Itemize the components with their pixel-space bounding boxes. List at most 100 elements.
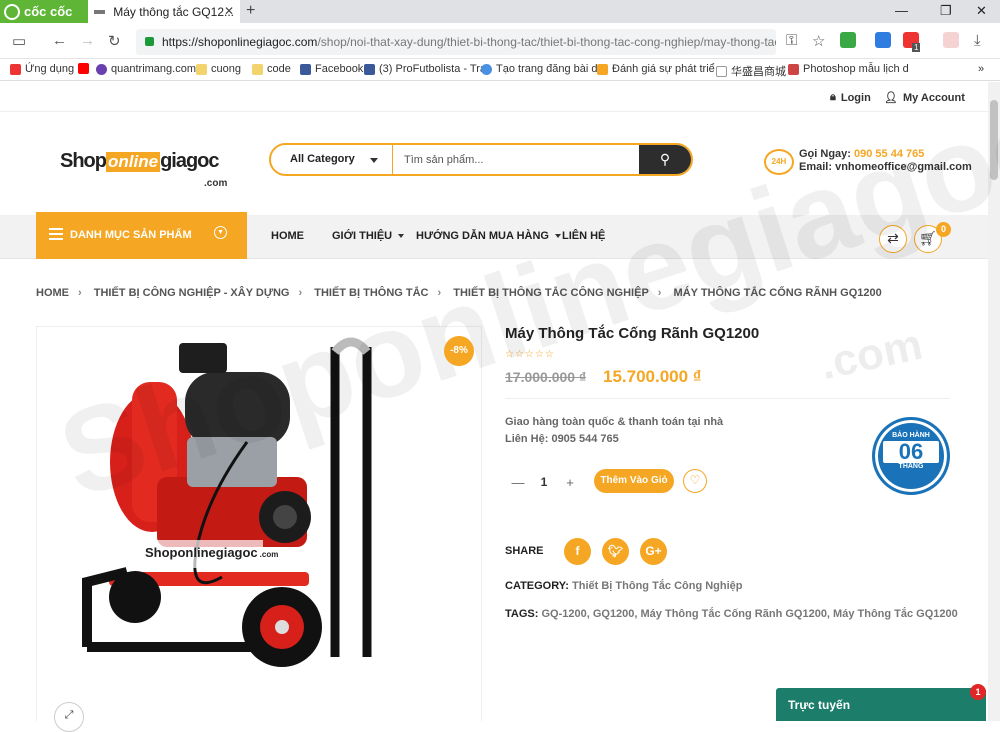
logo-part1: Shop (60, 150, 107, 172)
bookmark-huashengchang[interactable]: 华盛昌商城 (716, 63, 786, 79)
address-bar[interactable]: https://shoponlinegiagoc.com/shop/noi-th… (136, 29, 776, 55)
coccoc-brand[interactable]: cốc cốc (0, 0, 88, 23)
user-icon: 👤︎ (884, 92, 898, 104)
bookmark-label: Ứng dụng (25, 63, 75, 75)
googleplus-share-button[interactable]: G+ (640, 538, 667, 565)
hotline-email[interactable]: vnhomeoffice@gmail.com (835, 161, 972, 173)
coccoc-ext-icon[interactable] (943, 32, 959, 48)
key-icon[interactable]: ⚿ (786, 32, 797, 49)
tab-close-icon[interactable]: ✕ (224, 4, 234, 18)
hotline-info: Gọi Ngay: 090 55 44 765 Email: vnhomeoff… (799, 148, 972, 174)
minimize-icon[interactable]: — (895, 3, 908, 18)
category-link[interactable]: Thiết Bị Thông Tắc Công Nghiệp (572, 580, 742, 592)
category-label: CATEGORY: (505, 580, 569, 592)
wishlist-button[interactable]: ♡ (683, 469, 707, 493)
cart-count-badge: 0 (936, 222, 951, 237)
add-to-cart-button[interactable]: Thêm Vào Giỏ (594, 469, 674, 493)
tab-title: Máy thông tắc GQ12... (113, 4, 234, 19)
hotline-phone[interactable]: 090 55 44 765 (854, 148, 924, 160)
logo-part2: online (106, 152, 161, 172)
forward-icon[interactable]: → (80, 32, 95, 49)
bookmark-quantrimang[interactable]: quantrimang.com (96, 63, 196, 75)
quantity-minus-button[interactable]: — (505, 475, 531, 490)
hotline-24h-icon: 24H (764, 149, 794, 175)
bookmark-tao-trang[interactable]: Tạo trang đăng bài de (481, 63, 604, 75)
tags-links[interactable]: GQ-1200, GQ1200, Máy Thông Tắc Cống Rãnh… (541, 608, 957, 620)
nav-gioi-thieu[interactable]: GIỚI THIỆU (332, 230, 405, 242)
bookmark-label: Facebook (315, 63, 364, 75)
download-ext2-icon[interactable] (875, 32, 891, 48)
seal-number: 06 (883, 441, 939, 463)
reload-icon[interactable]: ↻ (108, 32, 121, 50)
image-logo-suffix: .com (259, 550, 279, 559)
bookmark-youtube[interactable] (78, 63, 89, 74)
rating-stars[interactable]: ☆☆☆☆☆ (505, 349, 555, 360)
zoom-button[interactable]: ⤢ (54, 702, 84, 732)
new-tab-icon[interactable]: + (246, 2, 255, 20)
bookmark-label: quantrimang.com (111, 63, 196, 75)
nav-huong-dan[interactable]: HƯỚNG DẪN MUA HÀNG (416, 230, 561, 242)
search-button[interactable]: ⚲ (639, 145, 691, 174)
logo-part3: giagoc (160, 150, 219, 172)
product-image (82, 337, 372, 667)
breadcrumb-home[interactable]: HOME (36, 287, 69, 299)
caret-down-icon (370, 158, 378, 163)
bookmark-code[interactable]: code (252, 63, 291, 75)
breadcrumb: HOME › THIẾT BỊ CÔNG NGHIỆP - XÂY DỰNG › T… (36, 287, 891, 299)
maximize-icon[interactable]: ❐ (940, 3, 952, 19)
menu-bars-icon (49, 228, 63, 240)
bookmark-cuong[interactable]: cuong (196, 63, 241, 75)
category-menu-button[interactable]: DANH MỤC SẢN PHẨM ▼ (36, 212, 247, 259)
download-ext-icon[interactable] (840, 32, 856, 48)
category-select[interactable]: All Category (271, 145, 393, 174)
breadcrumb-separator-icon: › (298, 287, 303, 299)
sidebar-toggle-icon[interactable]: ▭ (12, 32, 26, 50)
breadcrumb-current: MÁY THÔNG TẮC CỐNG RÃNH GQ1200 (673, 287, 882, 299)
heart-icon: ♡ (689, 473, 701, 487)
close-window-icon[interactable]: ✕ (976, 3, 987, 19)
browser-tab[interactable]: Máy thông tắc GQ12... ✕ (88, 0, 240, 23)
bookmark-label: Tạo trang đăng bài de (496, 63, 604, 75)
download-icon[interactable]: ⤓ (974, 32, 981, 49)
search-form: All Category ⚲ (269, 143, 693, 176)
nav-home[interactable]: HOME (271, 230, 304, 242)
bookmarks-overflow-icon[interactable]: » (978, 63, 984, 75)
bookmark-photoshop[interactable]: Photoshop mẫu lịch d (788, 63, 909, 75)
breadcrumb-cong-nghiep[interactable]: THIẾT BỊ CÔNG NGHIỆP - XÂY DỰNG (94, 287, 290, 299)
bookmark-danh-gia[interactable]: Đánh giá sự phát triể (597, 63, 715, 75)
bookmark-apps[interactable]: Ứng dụng (10, 63, 74, 75)
nav-lien-he[interactable]: LIÊN HỆ (562, 230, 605, 242)
breadcrumb-thong-tac-cong-nghiep[interactable]: THIẾT BỊ THÔNG TẮC CÔNG NGHIỆP (453, 287, 649, 299)
quantity-plus-button[interactable]: + (557, 475, 583, 490)
site-logo[interactable]: Shop online giagoc .com (60, 150, 230, 194)
breadcrumb-separator-icon: › (657, 287, 662, 299)
search-input[interactable] (393, 145, 639, 174)
back-icon[interactable]: ← (52, 32, 67, 49)
bookmark-star-icon[interactable]: ☆ (812, 32, 825, 50)
watermark-suffix: .com (815, 319, 927, 390)
my-account-link[interactable]: 👤︎ My Account (884, 91, 965, 105)
googleplus-icon: G+ (645, 544, 662, 558)
tab-favicon-icon (94, 9, 106, 14)
breadcrumb-thong-tac[interactable]: THIẾT BỊ THÔNG TẮC (314, 287, 428, 299)
coccoc-logo-icon (4, 3, 20, 20)
product-gallery[interactable]: Shoponlinegiagoc .com (36, 326, 482, 721)
login-link[interactable]: 🔒︎ Login (830, 91, 871, 104)
sale-badge: -8% (444, 336, 474, 366)
bookmark-label: cuong (211, 63, 241, 75)
bookmark-profutbolista[interactable]: (3) ProFutbolista - Tra (364, 63, 486, 75)
bookmark-facebook[interactable]: Facebook (300, 63, 363, 75)
live-chat-button[interactable]: Trực tuyến (776, 688, 986, 721)
quantity-input[interactable]: 1 (531, 475, 557, 489)
scrollbar-thumb[interactable] (990, 100, 998, 180)
nav-label: LIÊN HỆ (562, 230, 606, 242)
twitter-share-button[interactable]: 🐦︎ (602, 538, 629, 565)
browser-tabbar: cốc cốc Máy thông tắc GQ12... ✕ + — ❐ ✕ (0, 0, 1000, 23)
chat-label: Trực tuyến (788, 698, 851, 712)
breadcrumb-separator-icon: › (78, 287, 82, 299)
compare-button[interactable]: ⇄ (879, 225, 907, 253)
facebook-share-button[interactable]: f (564, 538, 591, 565)
browser-toolbar: ▭ ← → ↻ https://shoponlinegiagoc.com/sho… (0, 23, 1000, 59)
page-scrollbar[interactable] (988, 82, 1000, 721)
product-category: CATEGORY: Thiết Bị Thông Tắc Công Nghiệp (505, 580, 743, 592)
